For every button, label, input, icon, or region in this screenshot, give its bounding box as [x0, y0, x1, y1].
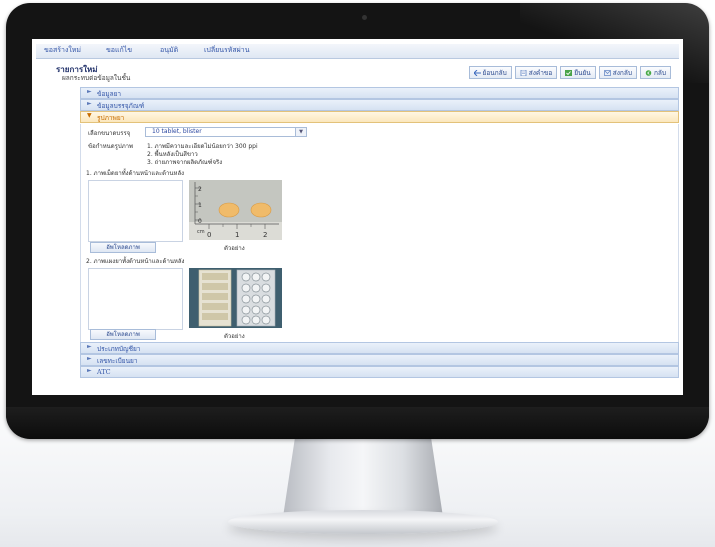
section-packaging[interactable]: ► ข้อมูลบรรจุภัณฑ์	[80, 99, 679, 111]
camera-icon	[362, 15, 367, 20]
ruler-tick: 2	[263, 231, 267, 239]
back-button[interactable]: ย้อนกลับ	[468, 66, 512, 79]
monitor-chin	[6, 407, 709, 439]
ruler-tick: 1	[235, 231, 239, 239]
go-back-label: กลับ	[653, 68, 666, 77]
blister-image-dropzone[interactable]	[88, 268, 183, 330]
tablet-sample-image: 2 1 0 cm 0 1 2	[189, 180, 282, 240]
chevron-right-icon: ►	[87, 343, 92, 350]
section-atc[interactable]: ► ATC	[80, 366, 679, 378]
ruler-unit: cm	[197, 229, 205, 235]
section-registration[interactable]: ► เลขทะเบียนยา	[80, 354, 679, 366]
chevron-down-icon: ▼	[87, 112, 92, 119]
nav-approve[interactable]: อนุมัติ	[160, 45, 178, 56]
toolbar: ย้อนกลับ ส่งคำขอ ยืนยัน ส่งกลับ กลับ	[468, 66, 671, 79]
blister-sample-image	[189, 268, 282, 328]
return-button[interactable]: ส่งกลับ	[598, 66, 637, 79]
section1-title: 1. ภาพเม็ดยาทั้งด้านหน้าและด้านหลัง	[86, 170, 185, 177]
back-button-label: ย้อนกลับ	[482, 68, 507, 77]
ruler-tick: 0	[207, 231, 211, 239]
section-accounting[interactable]: ► ประเภทบัญชียา	[80, 342, 679, 354]
confirm-label: ยืนยัน	[574, 68, 591, 77]
ruler-vtick: 0	[198, 218, 202, 225]
upload-tablet-button[interactable]: อัพโหลดภาพ	[90, 242, 156, 253]
section-registration-label: เลขทะเบียนยา	[97, 357, 138, 365]
monitor-stand-neck	[283, 432, 443, 517]
tablet-image-dropzone[interactable]	[88, 180, 183, 242]
document-icon	[520, 69, 527, 76]
send-request-label: ส่งคำขอ	[528, 68, 553, 77]
home-icon	[645, 69, 652, 76]
page-subtitle: ผลกระทบต่อข้อมูลในชั้น	[62, 74, 131, 82]
check-icon	[565, 69, 573, 76]
section-atc-label: ATC	[97, 368, 111, 376]
chevron-right-icon: ►	[87, 367, 92, 374]
nav-change-password[interactable]: เปลี่ยนรหัสผ่าน	[204, 45, 249, 56]
go-back-button[interactable]: กลับ	[639, 66, 671, 79]
ruler-vtick: 2	[198, 186, 202, 193]
monitor-stand-base	[228, 510, 498, 534]
package-label: เลือกขนาดบรรจุ	[88, 130, 131, 137]
package-select[interactable]: 10 tablet, blister ▼	[145, 127, 307, 137]
section2-title: 2. ภาพแผงยาทั้งด้านหน้าและด้านหลัง	[86, 258, 185, 265]
back-arrow-icon	[473, 69, 481, 76]
section-drug-info[interactable]: ► ข้อมูลยา	[80, 87, 679, 99]
blister-pack-photo	[189, 268, 282, 328]
return-icon	[603, 69, 611, 76]
upload-blister-button[interactable]: อัพโหลดภาพ	[90, 329, 156, 340]
chevron-right-icon: ►	[87, 355, 92, 362]
section-appearance[interactable]: ▼ รูปภาพยา	[80, 111, 679, 123]
chevron-right-icon: ►	[87, 88, 92, 95]
tablet-sample-caption: ตัวอย่าง	[224, 245, 245, 252]
tablet-ruler-photo: 2 1 0 cm 0 1 2	[189, 180, 282, 240]
chevron-down-icon: ▼	[295, 128, 306, 136]
top-navigation: ขอสร้างใหม่ ขอแก้ไข อนุมัติ เปลี่ยนรหัสผ…	[36, 44, 679, 59]
section-drug-info-label: ข้อมูลยา	[97, 90, 122, 98]
chevron-right-icon: ►	[87, 100, 92, 107]
return-label: ส่งกลับ	[612, 68, 632, 77]
ruler-vtick: 1	[198, 202, 202, 209]
confirm-button[interactable]: ยืนยัน	[560, 66, 596, 79]
section-accounting-label: ประเภทบัญชียา	[97, 345, 141, 353]
app-screen: ขอสร้างใหม่ ขอแก้ไข อนุมัติ เปลี่ยนรหัสผ…	[32, 39, 683, 395]
send-request-button[interactable]: ส่งคำขอ	[514, 66, 558, 79]
package-select-value: 10 tablet, blister	[152, 128, 202, 135]
section-packaging-label: ข้อมูลบรรจุภัณฑ์	[97, 102, 145, 110]
blister-sample-caption: ตัวอย่าง	[224, 333, 245, 340]
requirements-label: ข้อกำหนดรูปภาพ	[88, 143, 133, 150]
nav-edit[interactable]: ขอแก้ไข	[106, 45, 132, 56]
requirement-item: 3. ถ่ายภาพจากผลิตภัณฑ์จริง	[147, 159, 223, 166]
section-appearance-label: รูปภาพยา	[97, 114, 125, 122]
nav-create[interactable]: ขอสร้างใหม่	[44, 45, 81, 56]
